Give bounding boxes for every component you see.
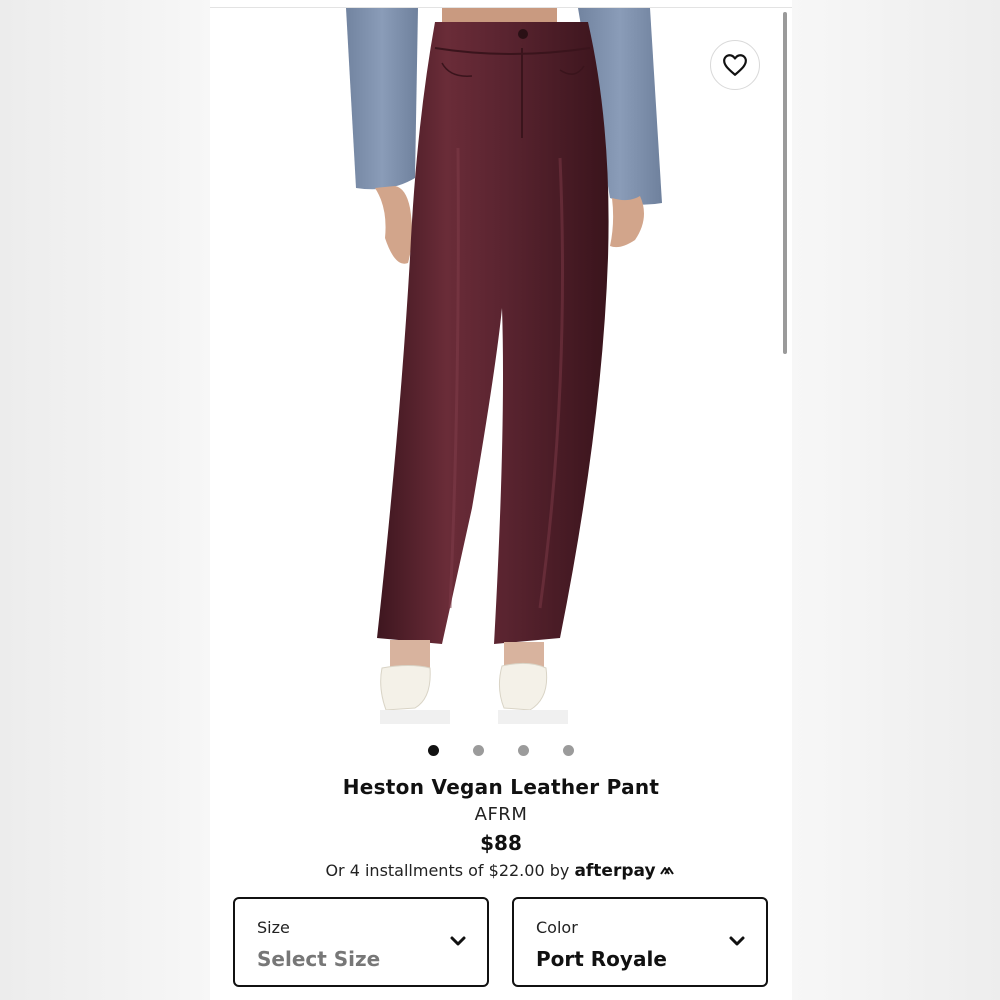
carousel-dot-1[interactable] xyxy=(428,745,439,756)
carousel-dots xyxy=(210,745,792,756)
carousel-dot-3[interactable] xyxy=(518,745,529,756)
product-title: Heston Vegan Leather Pant xyxy=(342,775,660,799)
afterpay-arrows-icon xyxy=(659,867,674,875)
carousel-dot-2[interactable] xyxy=(473,745,484,756)
color-select-label: Color xyxy=(536,918,578,937)
color-select-value: Port Royale xyxy=(536,947,667,971)
size-select[interactable]: Size Select Size xyxy=(233,897,489,987)
brand-name[interactable]: AFRM xyxy=(210,802,792,828)
heart-outline-icon xyxy=(723,54,747,76)
price: $88 xyxy=(480,831,522,855)
carousel-dot-4[interactable] xyxy=(563,745,574,756)
scrollbar[interactable] xyxy=(783,12,787,354)
afterpay-label: afterpay xyxy=(574,861,656,881)
backdrop-left xyxy=(0,0,210,1000)
product-page: Heston Vegan Leather Pant AFRM $88 Or 4 … xyxy=(210,0,792,1000)
chevron-down-icon xyxy=(729,936,745,946)
color-select[interactable]: Color Port Royale xyxy=(512,897,768,987)
size-select-value: Select Size xyxy=(257,947,381,971)
installments-text: Or 4 installments of $22.00 by xyxy=(325,861,570,880)
favorite-button[interactable] xyxy=(710,40,760,90)
product-info: Heston Vegan Leather Pant AFRM $88 Or 4 … xyxy=(210,772,792,884)
installments-line: Or 4 installments of $22.00 by afterpay xyxy=(210,858,792,884)
afterpay-logo[interactable]: afterpay xyxy=(574,861,676,881)
product-image[interactable] xyxy=(210,8,792,730)
top-divider xyxy=(210,0,792,8)
size-select-label: Size xyxy=(257,918,290,937)
backdrop-right xyxy=(792,0,1000,1000)
chevron-down-icon xyxy=(450,936,466,946)
